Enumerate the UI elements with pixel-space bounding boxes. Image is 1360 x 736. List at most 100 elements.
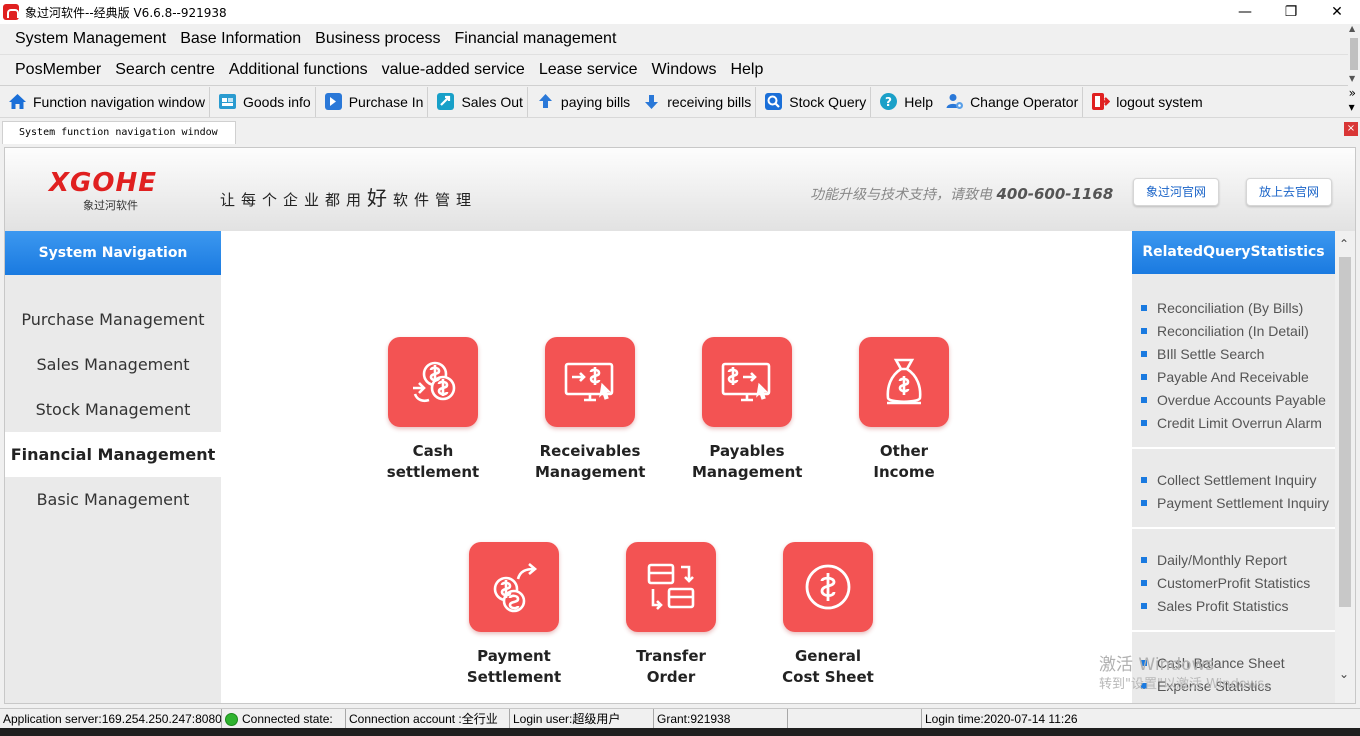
payment-settlement-icon	[469, 542, 559, 632]
slogan-part-a: 让每个企业都用	[220, 191, 368, 209]
toolbar-purchase-in[interactable]: Purchase In	[314, 86, 428, 117]
status-empty	[788, 709, 922, 729]
toolbar-change-operator[interactable]: Change Operator	[937, 87, 1082, 117]
cost-sheet-icon	[783, 542, 873, 632]
svg-text:?: ?	[885, 95, 892, 109]
menu-business-process[interactable]: Business process	[308, 30, 447, 48]
tile-transfer-order[interactable]: Transfer Order	[616, 542, 726, 688]
close-icon[interactable]: ✕	[1314, 0, 1360, 24]
logo-subtitle: 象过河软件	[83, 199, 138, 212]
bullet-icon	[1141, 373, 1147, 380]
nav-item-basic-management[interactable]: Basic Management	[5, 477, 221, 522]
system-navigation-header: System Navigation	[5, 231, 221, 275]
status-bar: Application server:169.254.250.247:8080 …	[0, 708, 1360, 729]
query-link[interactable]: Reconciliation (In Detail)	[1132, 319, 1335, 342]
query-link[interactable]: Sales Profit Statistics	[1132, 594, 1335, 617]
toolbar-label: Help	[904, 93, 934, 110]
title-bar: 象过河软件--经典版 V6.6.8--921938 — ❐ ✕	[0, 0, 1360, 24]
nav-item-financial-management[interactable]: Financial Management	[5, 432, 221, 477]
menu-scroll-thumb[interactable]	[1350, 38, 1358, 70]
system-navigation-panel: System Navigation Purchase Management Sa…	[5, 231, 221, 703]
status-login-user: Login user:超级用户	[510, 709, 654, 729]
close-tab-icon[interactable]: ×	[1344, 122, 1358, 136]
support-phone: 400-600-1168	[996, 185, 1114, 203]
fangshangqu-site-button[interactable]: 放上去官网	[1246, 178, 1332, 206]
scroll-down-icon[interactable]: ⌄	[1339, 667, 1349, 681]
menu-system-management[interactable]: System Management	[8, 30, 173, 48]
purchase-in-icon	[324, 92, 343, 111]
tile-cash-settlement[interactable]: Cash settlement	[378, 337, 488, 483]
navigation-window: XGOHE 象过河软件 让每个企业都用好软件管理 功能升级与技术支持，请致电 4…	[4, 147, 1356, 704]
tile-payment-settlement[interactable]: Payment Settlement	[459, 542, 569, 688]
scroll-up-icon[interactable]: ⌃	[1339, 237, 1349, 251]
tab-system-function-navigation[interactable]: System function navigation window	[2, 121, 236, 144]
tile-label: Payment Settlement	[466, 647, 562, 686]
toolbar-label: Change Operator	[970, 93, 1079, 110]
menu-search-centre[interactable]: Search centre	[108, 61, 222, 79]
window-controls: — ❐ ✕	[1222, 0, 1360, 24]
status-login-time: Login time:2020-07-14 11:26	[925, 711, 1078, 726]
tile-label: General Cost Sheet	[782, 647, 874, 686]
bullet-icon	[1141, 304, 1147, 311]
toolbar-label: receiving bills	[667, 93, 752, 110]
query-link[interactable]: Credit Limit Overrun Alarm	[1132, 411, 1335, 434]
query-link[interactable]: Payment Settlement Inquiry	[1132, 491, 1335, 514]
minimize-icon[interactable]: —	[1222, 0, 1268, 24]
cash-settlement-icon	[388, 337, 478, 427]
receivables-icon	[545, 337, 635, 427]
menu-help[interactable]: Help	[723, 61, 770, 79]
toolbar-paying-bills[interactable]: paying bills	[526, 86, 634, 117]
menu-posmember[interactable]: PosMember	[8, 61, 108, 79]
menu-value-added-service[interactable]: value-added service	[375, 61, 532, 79]
toolbar-help[interactable]: ? Help	[870, 86, 937, 117]
menu-bar-primary: System Management Base Information Busin…	[0, 24, 1348, 55]
toolbar-goods-info[interactable]: Goods info	[209, 86, 315, 117]
query-group-reports: Daily/Monthly Report CustomerProfit Stat…	[1132, 529, 1335, 632]
query-link[interactable]: BIll Settle Search	[1132, 342, 1335, 365]
toolbar-logout[interactable]: logout system	[1082, 86, 1206, 117]
toolbar-sales-out[interactable]: Sales Out	[427, 86, 526, 117]
query-link[interactable]: Daily/Monthly Report	[1132, 548, 1335, 571]
menu-financial-management[interactable]: Financial management	[448, 30, 624, 48]
tile-payables-management[interactable]: Payables Management	[692, 337, 802, 483]
toolbar-label: Function navigation window	[33, 93, 205, 110]
toolbar-function-navigation[interactable]: Function navigation window	[0, 87, 209, 117]
query-link[interactable]: Overdue Accounts Payable	[1132, 388, 1335, 411]
support-text: 功能升级与技术支持，请致电	[810, 187, 997, 203]
nav-item-sales-management[interactable]: Sales Management	[5, 342, 221, 387]
menu-scrollbar[interactable]: ▲ ▼	[1348, 24, 1360, 86]
toolbar-overflow-icon[interactable]: » ▾	[1349, 86, 1356, 114]
query-link[interactable]: Reconciliation (By Bills)	[1132, 296, 1335, 319]
system-navigation-list: Purchase Management Sales Management Sto…	[5, 297, 221, 522]
official-site-button[interactable]: 象过河官网	[1133, 178, 1219, 206]
toolbar: Function navigation window Goods info Pu…	[0, 86, 1360, 118]
menu-additional-functions[interactable]: Additional functions	[222, 61, 375, 79]
menu-base-information[interactable]: Base Information	[173, 30, 308, 48]
menu-windows[interactable]: Windows	[645, 61, 724, 79]
query-link[interactable]: Collect Settlement Inquiry	[1132, 468, 1335, 491]
nav-item-purchase-management[interactable]: Purchase Management	[5, 297, 221, 342]
toolbar-label: Sales Out	[461, 93, 523, 110]
logout-icon	[1091, 92, 1111, 111]
related-query-scroll-thumb[interactable]	[1339, 257, 1351, 607]
transfer-order-icon	[626, 542, 716, 632]
related-query-scrollbar[interactable]: ⌃ ⌄	[1335, 231, 1355, 703]
toolbar-receiving-bills[interactable]: receiving bills	[634, 87, 755, 117]
goods-icon	[218, 92, 237, 111]
tile-label: Other Income	[873, 442, 935, 481]
menu-lease-service[interactable]: Lease service	[532, 61, 645, 79]
scroll-up-icon[interactable]: ▲	[1349, 24, 1355, 33]
tile-general-cost-sheet[interactable]: General Cost Sheet	[773, 542, 883, 688]
maximize-icon[interactable]: ❐	[1268, 0, 1314, 24]
query-link[interactable]: CustomerProfit Statistics	[1132, 571, 1335, 594]
toolbar-stock-query[interactable]: Stock Query	[755, 86, 870, 117]
tile-receivables-management[interactable]: Receivables Management	[535, 337, 645, 483]
xgohe-logo: XGOHE 象过河软件	[49, 170, 157, 213]
money-bag-icon	[859, 337, 949, 427]
nav-item-stock-management[interactable]: Stock Management	[5, 387, 221, 432]
scroll-down-icon[interactable]: ▼	[1349, 74, 1355, 83]
bullet-icon	[1141, 396, 1147, 403]
query-link[interactable]: Payable And Receivable	[1132, 365, 1335, 388]
change-operator-icon	[945, 92, 964, 111]
tile-other-income[interactable]: Other Income	[849, 337, 959, 483]
